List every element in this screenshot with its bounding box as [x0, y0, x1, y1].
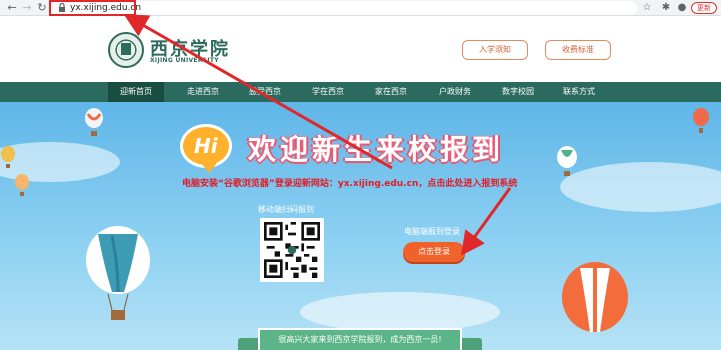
update-button[interactable]: 更新	[691, 2, 717, 14]
nav-item-home-life[interactable]: 家在西京	[360, 82, 422, 102]
hot-air-balloon-icon	[557, 146, 577, 176]
hi-text: Hi	[194, 134, 218, 158]
browser-toolbar: ← → ↻ yx.xijing.edu.cn ☆ ✱ ● 更新	[0, 0, 721, 16]
registration-instruction[interactable]: 电脑安装“谷歌浏览器”登录迎新网站：yx.xijing.edu.cn，点击此处进…	[182, 176, 517, 189]
site-header: 西京学院 XIJING UNIVERSITY 入学须知 收费标准	[0, 16, 721, 82]
star-icon[interactable]: ☆	[641, 2, 653, 14]
nav-item-home[interactable]: 迎新首页	[108, 82, 164, 102]
hot-air-balloon-icon	[85, 108, 103, 136]
hot-air-balloon-icon	[86, 226, 150, 320]
main-nav: 迎新首页 走进西京 感受西京 学在西京 家在西京 户政财务 数字校园 联系方式	[0, 82, 721, 102]
nav-item-study[interactable]: 学在西京	[296, 82, 360, 102]
extension-icon[interactable]: ✱	[660, 2, 672, 14]
nav-item-contact[interactable]: 联系方式	[548, 82, 610, 102]
reload-icon[interactable]: ↻	[35, 1, 49, 15]
hero-banner: Hi 欢迎新生来校报到 电脑安装“谷歌浏览器”登录迎新网站：yx.xijing.…	[0, 102, 721, 350]
hot-air-balloon-icon	[693, 108, 709, 133]
nav-item-experience[interactable]: 感受西京	[234, 82, 296, 102]
admission-notice-button[interactable]: 入学须知	[462, 40, 528, 60]
qr-code-image	[264, 222, 320, 278]
nav-item-finance[interactable]: 户政财务	[422, 82, 488, 102]
url-annotation-box	[49, 0, 136, 16]
fee-standard-button[interactable]: 收费标准	[545, 40, 611, 60]
qr-label: 移动端扫码报到	[258, 205, 314, 214]
hot-air-balloon-icon	[1, 146, 15, 168]
address-bar[interactable]: yx.xijing.edu.cn	[51, 1, 637, 15]
hot-air-balloon-icon	[562, 262, 628, 332]
login-button[interactable]: 点击登录	[403, 242, 465, 262]
nav-item-about[interactable]: 走进西京	[172, 82, 234, 102]
hi-speech-bubble: Hi	[180, 124, 232, 173]
nav-item-digital-campus[interactable]: 数字校园	[488, 82, 548, 102]
qr-code	[260, 218, 324, 282]
forward-arrow-icon[interactable]: →	[20, 1, 34, 15]
logo-english-name: XIJING UNIVERSITY	[150, 57, 219, 64]
account-icon[interactable]: ●	[676, 2, 688, 14]
cloud	[300, 292, 500, 332]
cloud	[560, 162, 721, 212]
welcome-banner: 很高兴大家来到西京学院报到，成为西京一员!	[258, 328, 462, 350]
back-arrow-icon[interactable]: ←	[5, 1, 19, 15]
pc-login-label: 电脑端报到登录	[404, 227, 460, 236]
university-seal-icon	[108, 32, 144, 68]
welcome-title: 欢迎新生来校报到	[248, 133, 505, 166]
hot-air-balloon-icon	[15, 174, 29, 196]
